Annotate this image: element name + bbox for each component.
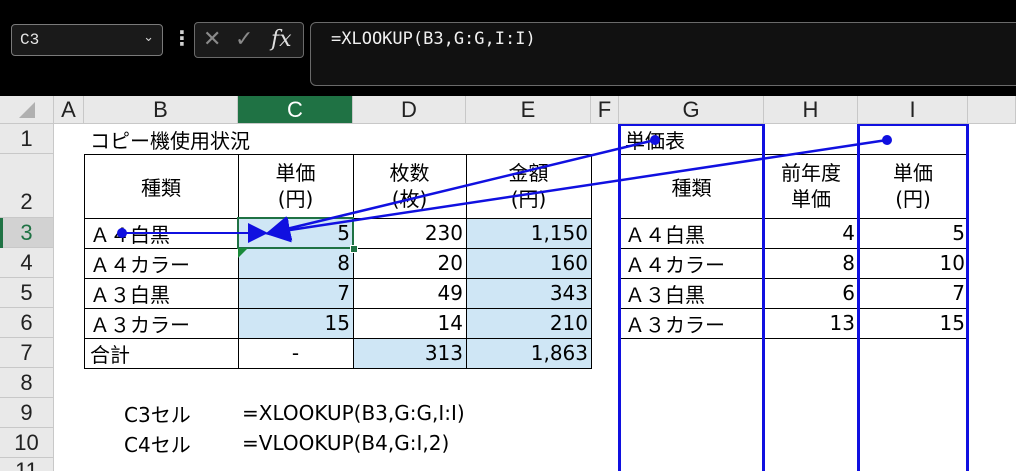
more-options-icon[interactable]: ⋮ xyxy=(172,26,192,50)
formula-text: =XLOOKUP(B3,G:G,I:I) xyxy=(331,29,536,49)
name-box-value: C3 xyxy=(20,31,40,49)
trace-precedents xyxy=(117,135,892,243)
chevron-down-icon[interactable]: ⌄ xyxy=(143,30,154,45)
cancel-icon[interactable]: ✕ xyxy=(203,27,221,52)
formula-input[interactable]: =XLOOKUP(B3,G:G,I:I) xyxy=(310,22,1016,86)
trace-arrow-i-column xyxy=(265,135,892,243)
worksheet-grid[interactable]: A B C D E F G H I 1 2 3 4 5 6 7 8 9 10 1… xyxy=(0,96,1016,471)
insert-function-icon[interactable]: fx xyxy=(271,27,292,52)
check-icon[interactable]: ✓ xyxy=(235,27,253,52)
trace-arrow-b3 xyxy=(117,223,268,243)
name-box[interactable]: C3 ⌄ xyxy=(11,24,163,56)
formula-buttons: ✕ ✓ fx xyxy=(194,22,304,58)
formula-area: C3 ⌄ ⋮ ✕ ✓ fx =XLOOKUP(B3,G:G,I:I) xyxy=(0,0,1016,96)
